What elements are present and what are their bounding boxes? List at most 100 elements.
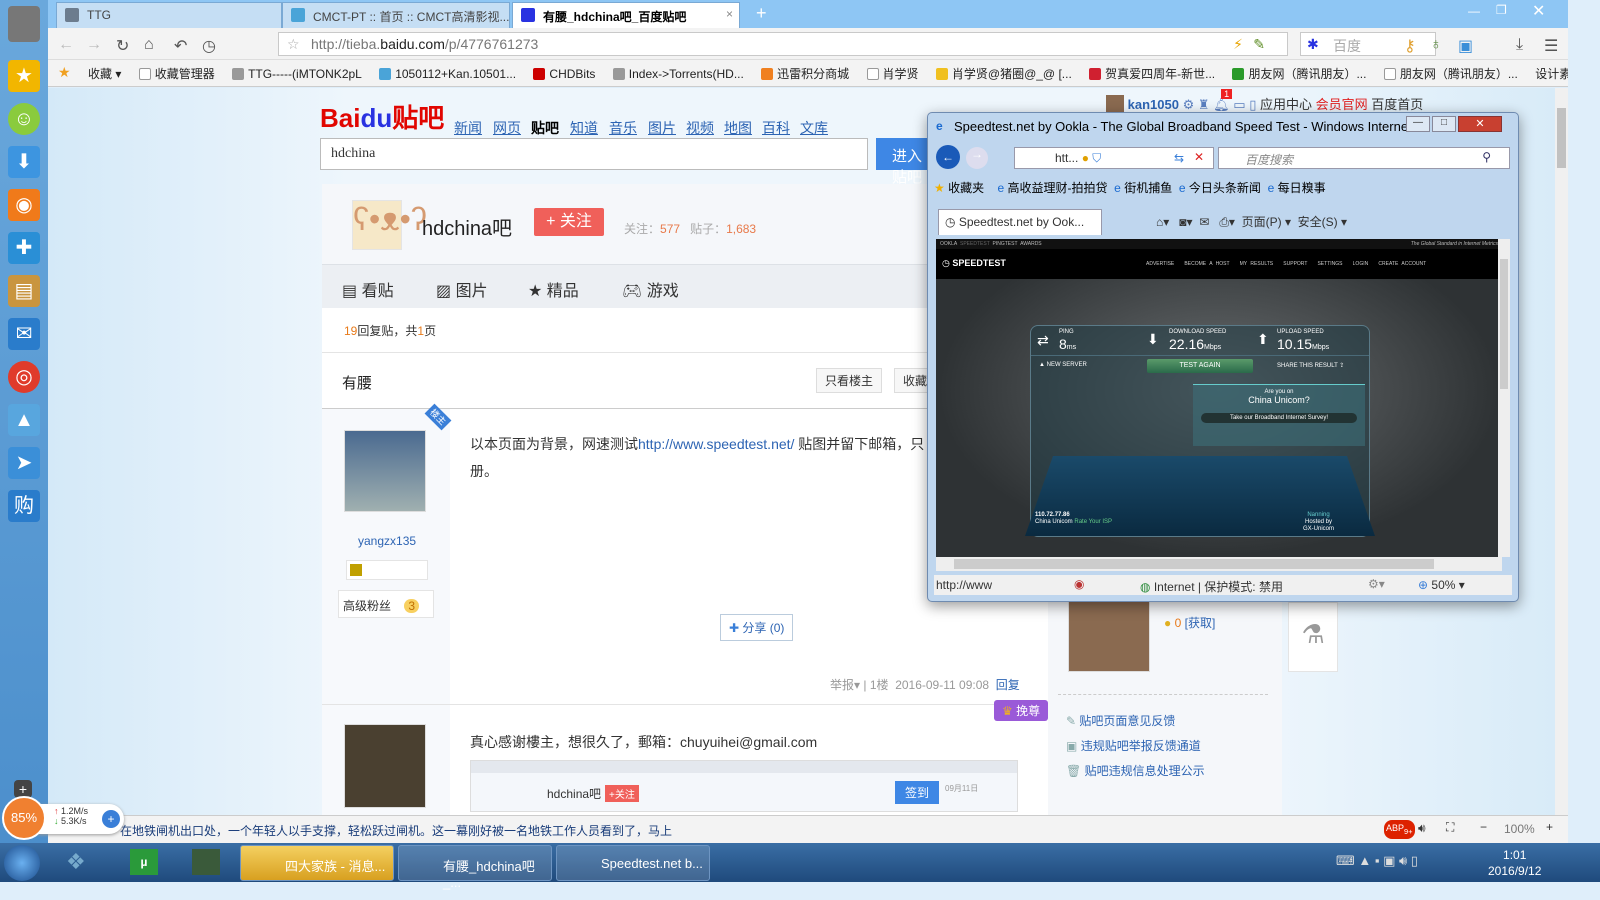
bell-icon[interactable]: 🔔︎ 1: [1213, 89, 1233, 112]
close-window-button[interactable]: ✕: [1532, 1, 1545, 21]
nav-video[interactable]: 视频: [686, 118, 714, 138]
lightning-icon[interactable]: ⚡: [1233, 36, 1243, 53]
star-icon[interactable]: ★: [8, 60, 40, 92]
ie-fav-link[interactable]: e 每日糗事: [1268, 181, 1326, 195]
crown-tag[interactable]: ♛ 挽尊: [994, 700, 1049, 721]
ie-maximize-button[interactable]: □: [1432, 116, 1456, 132]
bookmark[interactable]: 设计素: [1535, 65, 1568, 82]
accelerate-icon[interactable]: +: [102, 810, 120, 828]
memory-percent-ball[interactable]: 85%: [2, 796, 46, 840]
url-input[interactable]: ☆ http://tieba.baidu.com/p/4776761273 ⚡ …: [278, 32, 1288, 56]
ie-minimize-button[interactable]: —: [1406, 116, 1430, 132]
tab-images[interactable]: ▨ 图片: [436, 277, 488, 301]
new-server-button[interactable]: ▲ NEW SERVER: [1039, 362, 1087, 368]
bookmark[interactable]: Index->Torrents(HD...: [612, 67, 744, 81]
report-link[interactable]: 举报▾: [830, 678, 860, 692]
ie-zoom[interactable]: ⊕ 50% ▾: [1418, 578, 1465, 592]
ie-tab[interactable]: ◷ Speedtest.net by Ook...: [938, 209, 1102, 235]
author-avatar[interactable]: [344, 724, 426, 808]
ie-mail-icon[interactable]: ✉: [1199, 215, 1209, 229]
ie-search-input[interactable]: 百度搜索 ⚲: [1218, 147, 1510, 169]
store-icon[interactable]: ▭: [1233, 97, 1245, 112]
nav-news[interactable]: 新闻: [454, 118, 482, 138]
bookmark-star-icon[interactable]: ☆: [287, 36, 300, 53]
ie-hscroll[interactable]: [936, 557, 1502, 571]
tab-featured[interactable]: ★ 精品: [528, 277, 579, 301]
test-again-button[interactable]: TEST AGAIN: [1147, 359, 1253, 373]
favorites-star-icon[interactable]: ★: [58, 64, 71, 81]
news-ticker-link[interactable]: 在地铁闸机出口处，一个年轻人以手支撑，轻松跃过闸机。这一幕刚好被一名地铁工作人员…: [120, 822, 672, 839]
ie-stop-icon[interactable]: ✕: [1194, 150, 1204, 164]
bookmark[interactable]: 肖学贤: [866, 65, 919, 82]
back-icon[interactable]: ←: [58, 36, 74, 54]
forum-avatar[interactable]: ʕ•ᴥ•ʔ: [352, 200, 427, 250]
survey-button[interactable]: Take our Broadband Internet Survey!: [1201, 413, 1357, 423]
ie-fav-link[interactable]: e 今日头条新闻: [1179, 181, 1261, 195]
bookmark[interactable]: TTG-----(iMTONK2pL: [232, 67, 362, 81]
reply-link[interactable]: 回复: [996, 678, 1020, 692]
clock[interactable]: 1:01 2016/9/12: [1488, 847, 1541, 879]
user-icon[interactable]: ♁: [1430, 36, 1442, 54]
bookmark[interactable]: 迅雷积分商城: [761, 65, 849, 82]
sound-icon[interactable]: 🔊︎: [1418, 821, 1426, 836]
violation-notice-link[interactable]: 🗑︎ 贴吧违规信息处理公示: [1066, 762, 1205, 779]
app-center-link[interactable]: 应用中心: [1260, 97, 1312, 112]
tab-ttg[interactable]: TTG: [56, 2, 282, 28]
compat-icon[interactable]: ✎: [1253, 36, 1265, 53]
forward-icon[interactable]: →: [86, 36, 102, 54]
taskbar-item-tieba[interactable]: 有腰_hdchina吧_...: [398, 845, 552, 890]
user-photo[interactable]: [1068, 600, 1150, 672]
forum-name[interactable]: hdchina吧: [422, 212, 512, 241]
ie-back-button[interactable]: ←: [936, 145, 960, 169]
ie-forward-button[interactable]: →: [966, 147, 988, 169]
ie-security-icon[interactable]: ⚙▾: [1368, 577, 1385, 591]
zoom-in-button[interactable]: +: [1546, 820, 1553, 834]
follow-button[interactable]: + 关注: [534, 208, 604, 236]
bag-icon[interactable]: ♜: [1198, 97, 1210, 112]
download-icon[interactable]: ⬇: [8, 146, 40, 178]
bookmark[interactable]: 朋友网（腾讯朋友）...: [1383, 65, 1518, 82]
mail-icon[interactable]: ✉: [8, 318, 40, 350]
minimize-button[interactable]: —: [1468, 4, 1480, 18]
refresh-icon[interactable]: ↻: [116, 36, 129, 56]
tab-tieba[interactable]: 有腰_hdchina吧_百度贴吧 ×: [512, 2, 740, 28]
nav-images[interactable]: 图片: [648, 118, 676, 138]
utorrent-icon[interactable]: µ: [130, 849, 158, 875]
ie-safety-menu[interactable]: 安全(S) ▾: [1298, 215, 1347, 229]
speedtest-link[interactable]: http://www.speedtest.net/: [638, 436, 794, 452]
download-icon[interactable]: ⤓: [1516, 36, 1523, 54]
page-scrollbar[interactable]: [1555, 88, 1568, 815]
adblock-icon[interactable]: ABP9+: [1384, 820, 1415, 839]
nav-baike[interactable]: 百科: [762, 118, 790, 138]
tab-games[interactable]: 🎮︎ 游戏: [622, 277, 679, 301]
share-result-button[interactable]: SHARE THIS RESULT ⇪: [1277, 362, 1344, 369]
shop-icon[interactable]: 购: [8, 490, 40, 522]
speedtest-menu[interactable]: ADVERTISE BECOME A HOST MY RESULTS SUPPO…: [1146, 261, 1426, 267]
bookmark[interactable]: 收藏管理器: [138, 65, 215, 82]
fan-level[interactable]: 高级粉丝 3: [338, 590, 434, 618]
ie-vscroll[interactable]: [1498, 239, 1510, 557]
tieba-search-input[interactable]: hdchina: [320, 138, 868, 170]
ie-refresh-icon[interactable]: ⇆: [1174, 151, 1184, 165]
nav-music[interactable]: 音乐: [609, 118, 637, 138]
ie-feed-icon[interactable]: ◙▾: [1179, 215, 1192, 229]
privacy-icon[interactable]: ◉: [1074, 577, 1084, 591]
nav-web[interactable]: 网页: [493, 118, 521, 138]
start-button[interactable]: [4, 845, 40, 881]
bookmark[interactable]: 贺真爱四周年-新世...: [1089, 65, 1215, 82]
taskbar-item-ie[interactable]: Speedtest.net b...: [556, 845, 710, 881]
ie-fav-link[interactable]: e 高收益理财-拍拍贷: [997, 181, 1107, 195]
post-screenshot[interactable]: hdchina吧 +关注 签到 09月11日: [470, 760, 1018, 812]
share-button[interactable]: ✚ 分享 (0): [720, 614, 794, 641]
bookmark[interactable]: 1050112+Kan.10501...: [379, 67, 516, 81]
bird-icon[interactable]: ➤: [8, 447, 40, 479]
report-channel-link[interactable]: ▣ 违规贴吧举报反馈通道: [1066, 737, 1201, 754]
ie-page-menu[interactable]: 页面(P) ▾: [1242, 215, 1291, 229]
home-icon[interactable]: ⌂: [144, 36, 154, 54]
flask-icon[interactable]: ⚗: [1288, 602, 1338, 672]
ie-close-button[interactable]: ✕: [1458, 116, 1502, 132]
nav-wenku[interactable]: 文库: [800, 118, 828, 138]
undo-icon[interactable]: ↶: [174, 36, 187, 56]
close-tab-icon[interactable]: ×: [726, 7, 733, 21]
feedback-link[interactable]: ✎ 贴吧页面意见反馈: [1066, 712, 1175, 729]
